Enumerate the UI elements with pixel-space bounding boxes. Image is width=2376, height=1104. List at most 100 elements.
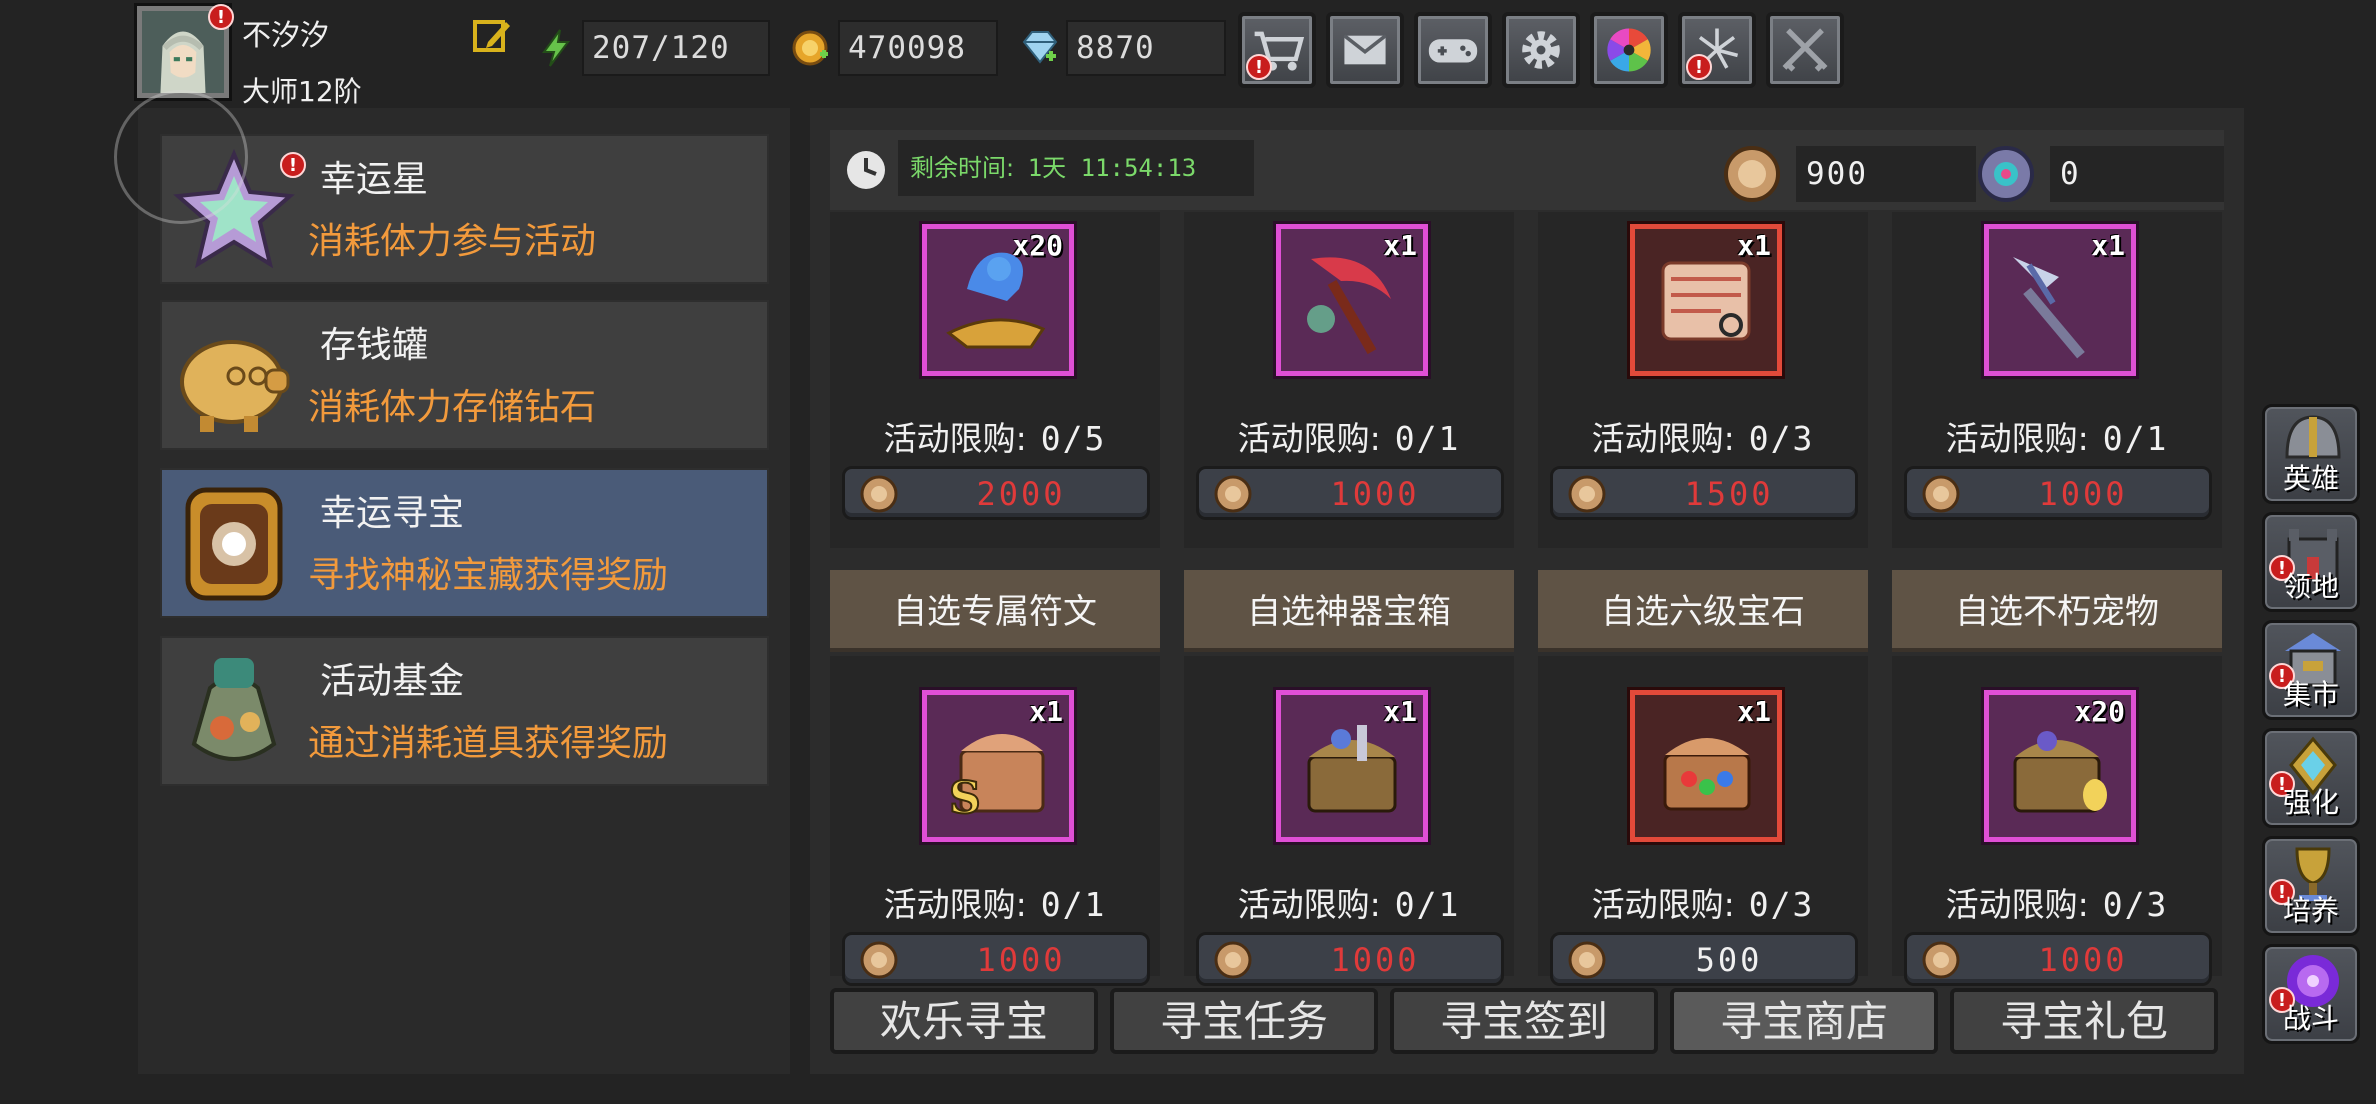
- category-header: 自选不朽宠物: [1892, 570, 2222, 652]
- shop-item-artifact-chest[interactable]: x1: [1276, 690, 1428, 842]
- item-price: 1000: [1330, 941, 1420, 979]
- diamond-value: 8870: [1066, 20, 1226, 76]
- purchase-limit: 活动限购: 0/3: [1538, 878, 1868, 926]
- event-desc: 寻找神秘宝藏获得奖励: [308, 555, 669, 596]
- treasure-coin-icon: [1568, 941, 1606, 979]
- shop-item-genie-lamp[interactable]: x20: [922, 224, 1074, 376]
- limit-value: 0/3: [1748, 885, 1815, 924]
- event-desc: 通过消耗道具获得奖励: [308, 723, 669, 764]
- purchase-limit: 活动限购: 0/1: [1184, 878, 1514, 926]
- item-price: 1000: [2038, 941, 2128, 979]
- shop-item-rune-chest[interactable]: S x1: [922, 690, 1074, 842]
- fireworks-button[interactable]: !: [1678, 12, 1756, 88]
- edit-name-icon[interactable]: [472, 16, 512, 56]
- side-enhance-label: 强化: [2282, 786, 2339, 819]
- clock-icon: [844, 148, 888, 192]
- treasure-coin-icon: [860, 941, 898, 979]
- item-quantity: x1: [1383, 229, 1417, 262]
- event-card-lucky-treasure[interactable]: 幸运寻宝 寻找神秘宝藏获得奖励: [160, 468, 769, 618]
- limit-label: 活动限购:: [1591, 419, 1735, 458]
- side-hero-button[interactable]: 英雄: [2262, 404, 2360, 504]
- battle-button[interactable]: [1766, 12, 1844, 88]
- treasure-coin-icon: [1214, 941, 1252, 979]
- item-price: 1500: [1684, 475, 1774, 513]
- purchase-limit: 活动限购: 0/1: [830, 878, 1160, 926]
- event-title: 幸运星: [320, 159, 429, 200]
- purchase-limit: 活动限购: 0/1: [1892, 412, 2222, 460]
- side-train-button[interactable]: ! 培养: [2262, 836, 2360, 936]
- buy-button[interactable]: 1000: [1196, 466, 1504, 520]
- tab-happy-treasure[interactable]: 欢乐寻宝: [830, 988, 1098, 1054]
- shop-item-crystal-spear[interactable]: x1: [1984, 224, 2136, 376]
- mail-icon: [1343, 34, 1387, 65]
- side-territory-button[interactable]: ! 领地: [2262, 512, 2360, 612]
- side-territory-label: 领地: [2282, 570, 2339, 603]
- side-train-label: 培养: [2282, 894, 2339, 927]
- gold-coin-icon: [792, 28, 832, 68]
- event-card-piggy-bank[interactable]: 存钱罐 消耗体力存储钻石: [160, 300, 769, 450]
- crossed-swords-icon: [1782, 28, 1828, 72]
- category-header: 自选神器宝箱: [1184, 570, 1514, 652]
- limit-value: 0/1: [1040, 885, 1107, 924]
- limit-value: 0/1: [1394, 419, 1461, 458]
- gear-icon: [1522, 31, 1560, 69]
- color-wheel-button[interactable]: [1590, 12, 1668, 88]
- magic-orb-count: 0: [2050, 146, 2224, 202]
- settings-button[interactable]: [1502, 12, 1580, 88]
- remaining-time-value: 1天 11:54:13: [1027, 154, 1197, 182]
- item-quantity: x1: [1737, 229, 1771, 262]
- shop-item-pet-chest[interactable]: x20: [1984, 690, 2136, 842]
- item-quantity: x20: [2074, 695, 2125, 728]
- fireworks-alert-icon: !: [1686, 54, 1712, 80]
- tab-treasure-shop[interactable]: 寻宝商店: [1670, 988, 1938, 1054]
- treasure-coin-icon: [860, 475, 898, 513]
- limit-label: 活动限购:: [1237, 885, 1381, 924]
- shop-item-crimson-scythe[interactable]: x1: [1276, 224, 1428, 376]
- buy-button[interactable]: 1000: [1904, 932, 2212, 986]
- item-price: 1000: [976, 941, 1066, 979]
- tab-treasure-gift[interactable]: 寻宝礼包: [1950, 988, 2218, 1054]
- shop-item-rune-scroll[interactable]: x1: [1630, 224, 1782, 376]
- event-card-activity-fund[interactable]: 活动基金 通过消耗道具获得奖励: [160, 636, 769, 786]
- item-quantity: x1: [1737, 695, 1771, 728]
- buy-button[interactable]: 2000: [842, 466, 1150, 520]
- purchase-limit: 活动限购: 0/3: [1538, 412, 1868, 460]
- buy-button[interactable]: 1000: [1196, 932, 1504, 986]
- limit-label: 活动限购:: [1945, 885, 2089, 924]
- tab-treasure-signin[interactable]: 寻宝签到: [1390, 988, 1658, 1054]
- limit-value: 0/1: [1394, 885, 1461, 924]
- lucky-star-alert-icon: !: [280, 152, 306, 178]
- remaining-time: 剩余时间: 1天 11:54:13: [898, 140, 1254, 196]
- item-quantity: x1: [1029, 695, 1063, 728]
- mail-button[interactable]: [1326, 12, 1404, 88]
- purchase-limit: 活动限购: 0/1: [1184, 412, 1514, 460]
- event-title: 幸运寻宝: [320, 493, 465, 534]
- limit-label: 活动限购:: [1591, 885, 1735, 924]
- diamond-icon: [1020, 28, 1060, 68]
- event-card-lucky-star[interactable]: ! 幸运星 消耗体力参与活动: [160, 134, 769, 284]
- gamepad-button[interactable]: [1414, 12, 1492, 88]
- piggy-bank-icon: [170, 312, 298, 440]
- buy-button[interactable]: 1000: [1904, 466, 2212, 520]
- stamina-icon: [536, 28, 576, 68]
- buy-button[interactable]: 1000: [842, 932, 1150, 986]
- fund-bag-icon: [170, 648, 298, 776]
- treasure-coin-count: 900: [1796, 146, 1976, 202]
- side-battle-button[interactable]: ! 战斗: [2262, 944, 2360, 1044]
- treasure-coin-icon: [1568, 475, 1606, 513]
- side-market-button[interactable]: ! 集市: [2262, 620, 2360, 720]
- side-enhance-button[interactable]: ! 强化: [2262, 728, 2360, 828]
- item-price: 1000: [1330, 475, 1420, 513]
- side-battle-label: 战斗: [2282, 1002, 2339, 1035]
- event-desc: 消耗体力参与活动: [308, 221, 597, 262]
- limit-label: 活动限购:: [1237, 419, 1381, 458]
- shop-item-gem-chest[interactable]: x1: [1630, 690, 1782, 842]
- limit-value: 0/3: [1748, 419, 1815, 458]
- buy-button[interactable]: 500: [1550, 932, 1858, 986]
- purchase-limit: 活动限购: 0/3: [1892, 878, 2222, 926]
- player-name: 不汐汐: [242, 18, 330, 52]
- item-price: 2000: [976, 475, 1066, 513]
- tab-treasure-tasks[interactable]: 寻宝任务: [1110, 988, 1378, 1054]
- shop-button[interactable]: !: [1238, 12, 1316, 88]
- buy-button[interactable]: 1500: [1550, 466, 1858, 520]
